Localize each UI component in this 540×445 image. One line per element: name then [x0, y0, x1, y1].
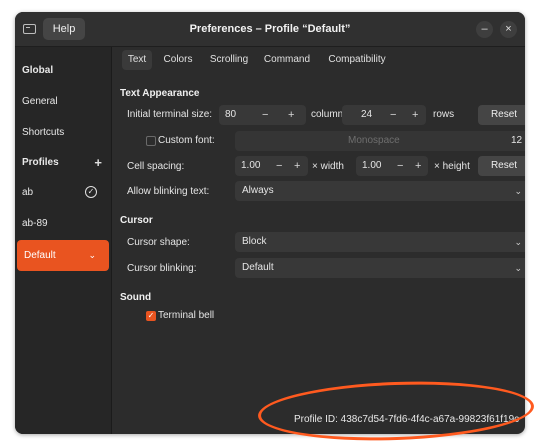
minus-icon[interactable]: − — [397, 156, 403, 176]
cursor-shape-dropdown[interactable]: Block ⌄ — [235, 232, 525, 252]
custom-font-checkbox[interactable] — [146, 136, 156, 146]
blinking-text-label: Allow blinking text: — [127, 186, 210, 197]
cursor-shape-label: Cursor shape: — [127, 237, 190, 248]
height-spacing-spinbutton[interactable]: 1.00 − + — [356, 156, 428, 176]
terminal-bell-checkbox[interactable]: ✓ — [146, 311, 156, 321]
minus-icon[interactable]: − — [390, 105, 396, 125]
initial-size-label: Initial terminal size: — [127, 109, 213, 120]
default-profile-check-icon: ✓ — [85, 186, 97, 198]
window-title: Preferences – Profile “Default” — [189, 23, 351, 35]
size-reset-button[interactable]: Reset — [478, 105, 525, 125]
rows-unit: rows — [433, 109, 455, 120]
height-unit: × height — [434, 161, 470, 172]
profiles-heading-label: Profiles — [22, 157, 59, 168]
tab-scrolling[interactable]: Scrolling — [204, 50, 254, 70]
sidebar: Global General Shortcuts Profiles + ab ✓… — [15, 47, 112, 434]
section-title-sound: Sound — [120, 292, 152, 303]
sidebar-item-profile-ab-89[interactable]: ab-89 — [15, 208, 111, 239]
title-bar: Help Preferences – Profile “Default” – × — [15, 12, 525, 47]
plus-icon[interactable]: + — [294, 156, 300, 176]
profile-label: Default — [24, 250, 56, 261]
chevron-down-icon: ⌄ — [514, 237, 522, 247]
cell-spacing-label: Cell spacing: — [127, 161, 185, 172]
main-panel: Text Colors Scrolling Command Compatibil… — [112, 47, 525, 434]
plus-icon[interactable]: + — [412, 105, 418, 125]
minus-icon[interactable]: − — [276, 156, 282, 176]
chevron-down-icon: ⌄ — [514, 186, 522, 196]
profile-label: ab — [22, 187, 34, 198]
height-spacing-value[interactable]: 1.00 — [362, 156, 381, 176]
width-spacing-value[interactable]: 1.00 — [241, 156, 260, 176]
blinking-text-value: Always — [242, 185, 274, 196]
sidebar-heading-global: Global — [22, 65, 54, 76]
sidebar-heading-profiles: Profiles + — [15, 147, 111, 178]
minimize-button[interactable]: – — [476, 21, 493, 38]
chevron-down-icon[interactable]: ⌄ — [88, 240, 96, 271]
font-name: Monospace — [348, 135, 400, 146]
preferences-window: Help Preferences – Profile “Default” – ×… — [15, 12, 525, 434]
width-unit: × width — [312, 161, 344, 172]
columns-value[interactable]: 80 — [225, 105, 236, 125]
tab-compatibility[interactable]: Compatibility — [320, 50, 394, 70]
plus-icon[interactable]: + — [415, 156, 421, 176]
font-size: 12 — [511, 135, 523, 146]
tab-colors[interactable]: Colors — [158, 50, 198, 70]
section-title-cursor: Cursor — [120, 215, 153, 226]
tab-command[interactable]: Command — [260, 50, 314, 70]
tab-bar: Text Colors Scrolling Command Compatibil… — [112, 47, 525, 71]
add-profile-icon[interactable]: + — [94, 147, 102, 178]
cursor-shape-value: Block — [242, 236, 267, 247]
chevron-down-icon: ⌄ — [514, 263, 522, 273]
rows-spinbutton[interactable]: 24 − + — [342, 105, 426, 125]
plus-icon[interactable]: + — [288, 105, 294, 125]
close-button[interactable]: × — [500, 21, 517, 38]
custom-font-label: Custom font: — [158, 135, 215, 146]
minus-icon[interactable]: − — [262, 105, 268, 125]
cursor-blinking-label: Cursor blinking: — [127, 263, 197, 274]
sidebar-item-profile-ab[interactable]: ab ✓ — [15, 177, 111, 208]
cursor-blinking-dropdown[interactable]: Default ⌄ — [235, 258, 525, 278]
tab-text[interactable]: Text — [122, 50, 152, 70]
width-spacing-spinbutton[interactable]: 1.00 − + — [235, 156, 308, 176]
sidebar-item-general[interactable]: General — [15, 86, 111, 117]
blinking-text-dropdown[interactable]: Always ⌄ — [235, 181, 525, 201]
cursor-blinking-value: Default — [242, 262, 274, 273]
section-title-text-appearance: Text Appearance — [120, 88, 200, 99]
terminal-bell-label: Terminal bell — [158, 310, 215, 321]
sidebar-item-profile-default[interactable]: Default ⌄ — [17, 240, 109, 271]
spacing-reset-button[interactable]: Reset — [478, 156, 525, 176]
columns-spinbutton[interactable]: 80 − + — [219, 105, 306, 125]
font-chooser-button[interactable]: Monospace 12 — [235, 131, 525, 151]
sidebar-item-shortcuts[interactable]: Shortcuts — [15, 117, 111, 148]
rows-value[interactable]: 24 — [361, 105, 372, 125]
